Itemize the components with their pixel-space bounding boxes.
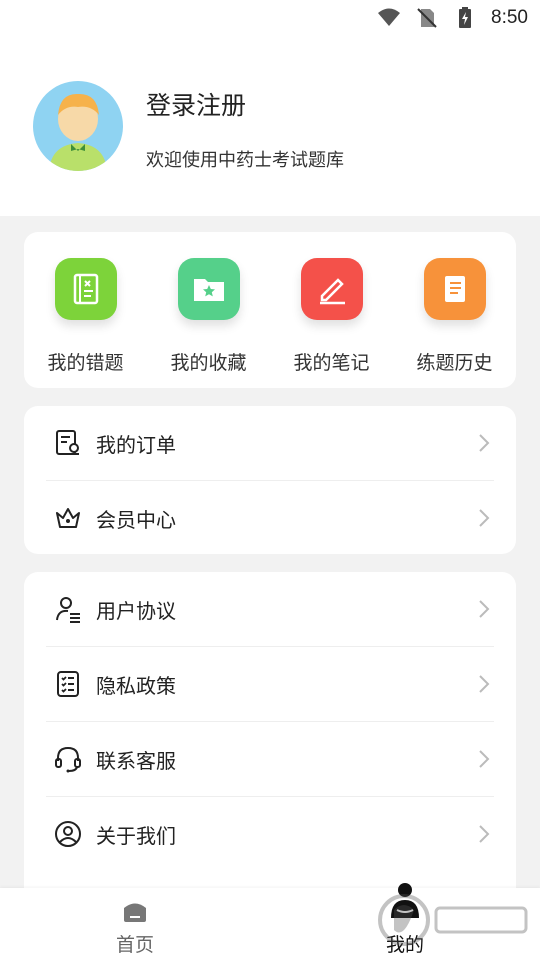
welcome-subtitle: 欢迎使用中药士考试题库 (146, 150, 344, 171)
avatar[interactable] (33, 81, 123, 171)
avatar-illustration (49, 93, 107, 171)
quick-actions-card: 我的错题 我的收藏 我的笔记 练题历史 (24, 232, 516, 388)
no-sim-icon (417, 8, 437, 28)
battery-charging-icon (459, 7, 472, 28)
menu-label: 隐私政策 (96, 673, 176, 698)
folder-star-icon (177, 258, 240, 320)
chevron-right-icon (479, 509, 490, 527)
menu-group-orders: 我的订单 会员中心 (24, 406, 516, 554)
tab-home-label: 首页 (115, 934, 154, 956)
menu-item-orders[interactable]: 我的订单 (46, 406, 494, 481)
menu-label: 我的订单 (96, 432, 176, 457)
menu-group-info: 用户协议 隐私政策 联系客服 关于我们 (24, 572, 516, 902)
notebook-icon (54, 258, 117, 320)
menu-item-customer-service[interactable]: 联系客服 (46, 722, 494, 797)
tab-home[interactable]: 首页 (75, 888, 195, 960)
quick-label: 练题历史 (416, 352, 493, 374)
quick-label: 我的收藏 (170, 352, 247, 374)
watermark-logo (378, 894, 528, 946)
order-list-icon (56, 430, 79, 455)
chevron-right-icon (479, 434, 490, 452)
menu-item-membership[interactable]: 会员中心 (46, 481, 494, 555)
login-register-title[interactable]: 登录注册 (146, 86, 246, 122)
chevron-right-icon (479, 750, 490, 768)
quick-history[interactable]: 练题历史 (393, 232, 516, 388)
chevron-right-icon (479, 600, 490, 618)
wifi-icon (378, 8, 401, 26)
menu-item-about-us[interactable]: 关于我们 (46, 797, 494, 871)
home-icon (124, 903, 146, 922)
headset-icon (55, 746, 81, 773)
status-bar: 8:50 (0, 0, 540, 36)
quick-favorites[interactable]: 我的收藏 (147, 232, 270, 388)
status-time: 8:50 (491, 7, 528, 28)
profile-header[interactable]: 登录注册 欢迎使用中药士考试题库 (0, 36, 540, 216)
quick-notes[interactable]: 我的笔记 (270, 232, 393, 388)
menu-label: 关于我们 (96, 823, 176, 848)
chevron-right-icon (479, 825, 490, 843)
quick-label: 我的错题 (47, 352, 124, 374)
chevron-right-icon (479, 675, 490, 693)
menu-item-privacy-policy[interactable]: 隐私政策 (46, 647, 494, 722)
user-agreement-icon (56, 597, 80, 623)
scroll-icon (423, 258, 486, 320)
menu-label: 联系客服 (96, 748, 176, 773)
crown-icon (56, 508, 80, 528)
pen-edit-icon (300, 258, 363, 320)
about-user-icon (55, 821, 81, 847)
menu-label: 用户协议 (96, 598, 176, 623)
quick-label: 我的笔记 (293, 352, 370, 374)
privacy-checklist-icon (57, 671, 79, 697)
menu-label: 会员中心 (96, 507, 176, 532)
quick-wrong-questions[interactable]: 我的错题 (24, 232, 147, 388)
menu-item-user-agreement[interactable]: 用户协议 (46, 572, 494, 647)
